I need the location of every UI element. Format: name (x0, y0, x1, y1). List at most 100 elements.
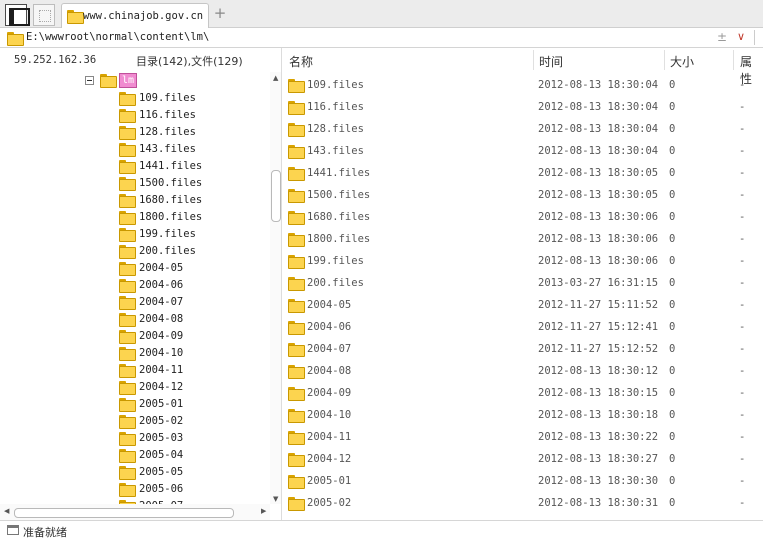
table-row[interactable]: 1680.files 2012-08-13 18:30:06 0 - (283, 206, 763, 228)
address-bar[interactable]: E:\wwwroot\normal\content\lm\ ± ∨ (0, 28, 763, 48)
status-text: 准备就绪 (23, 526, 67, 539)
address-path[interactable]: E:\wwwroot\normal\content\lm\ (26, 31, 209, 43)
table-row[interactable]: 143.files 2012-08-13 18:30:04 0 - (283, 140, 763, 162)
file-attr: - (739, 167, 746, 179)
collapse-icon[interactable] (85, 76, 94, 85)
file-size: 0 (669, 123, 676, 135)
file-attr: - (739, 79, 746, 91)
file-size: 0 (669, 365, 676, 377)
folder-icon (288, 189, 305, 203)
table-row[interactable]: 1800.files 2012-08-13 18:30:06 0 - (283, 228, 763, 250)
table-row[interactable]: 2004-11 2012-08-13 18:30:22 0 - (283, 426, 763, 448)
tree-item-label: 200.files (139, 245, 196, 257)
file-name: 2004-10 (307, 409, 352, 421)
folder-icon (119, 449, 136, 463)
status-window-icon (7, 525, 19, 535)
folder-icon (288, 233, 305, 247)
tree-vertical-scrollbar[interactable]: ▲ ▼ (270, 72, 281, 504)
tab-site[interactable]: www.chinajob.gov.cn (61, 3, 209, 28)
scroll-thumb[interactable] (271, 170, 281, 222)
column-divider[interactable] (533, 50, 534, 70)
tree-item-label: 2004-08 (139, 313, 184, 325)
column-name[interactable]: 名称 (289, 53, 313, 70)
file-name: 1680.files (307, 211, 371, 223)
tree-item-label: 143.files (139, 143, 196, 155)
folder-icon (288, 277, 305, 291)
tree-horizontal-scrollbar[interactable]: ◀ ▶ (0, 504, 270, 520)
table-row[interactable]: 2004-12 2012-08-13 18:30:27 0 - (283, 448, 763, 470)
folder-icon (119, 126, 136, 140)
file-time: 2012-08-13 18:30:22 (538, 431, 659, 443)
file-name: 1800.files (307, 233, 371, 245)
table-row[interactable]: 1441.files 2012-08-13 18:30:05 0 - (283, 162, 763, 184)
tree-item-label: 2005-05 (139, 466, 184, 478)
file-attr: - (739, 453, 746, 465)
table-row[interactable]: 2004-10 2012-08-13 18:30:18 0 - (283, 404, 763, 426)
tree-item-label: 199.files (139, 228, 196, 240)
folder-icon (119, 160, 136, 174)
file-size: 0 (669, 343, 676, 355)
new-tab-button[interactable]: + (212, 5, 228, 21)
file-attr: - (739, 431, 746, 443)
tree-item-label: 109.files (139, 92, 196, 104)
file-time: 2012-08-13 18:30:30 (538, 475, 659, 487)
table-row[interactable]: 2004-05 2012-11-27 15:11:52 0 - (283, 294, 763, 316)
tree-item-label: 2004-09 (139, 330, 184, 342)
folder-icon (288, 497, 305, 511)
chevron-down-icon[interactable]: ∨ (737, 30, 745, 43)
file-size: 0 (669, 211, 676, 223)
file-time: 2012-08-13 18:30:12 (538, 365, 659, 377)
directory-tree-pane: 59.252.162.36 目录(142),文件(129) lm 109.fil… (0, 48, 282, 520)
file-name: 2004-07 (307, 343, 352, 355)
file-time: 2012-11-27 15:11:52 (538, 299, 659, 311)
panel-toggle-button[interactable] (5, 4, 30, 26)
file-name: 2004-06 (307, 321, 352, 333)
table-row[interactable]: 200.files 2013-03-27 16:31:15 0 - (283, 272, 763, 294)
blank-tab-button[interactable] (33, 4, 55, 26)
scroll-left-icon[interactable]: ◀ (4, 507, 9, 515)
item-counts: 目录(142),文件(129) (136, 55, 243, 68)
file-name: 2005-02 (307, 497, 352, 509)
table-row[interactable]: 2005-01 2012-08-13 18:30:30 0 - (283, 470, 763, 492)
column-size[interactable]: 大小 (670, 53, 694, 70)
folder-icon (119, 466, 136, 480)
folder-icon (288, 101, 305, 115)
tree-item-label: 2004-05 (139, 262, 184, 274)
tree-header: 59.252.162.36 目录(142),文件(129) (0, 48, 281, 72)
file-time: 2012-08-13 18:30:06 (538, 211, 659, 223)
folder-icon (288, 255, 305, 269)
file-time: 2012-11-27 15:12:52 (538, 343, 659, 355)
folder-icon (288, 321, 305, 335)
column-divider[interactable] (733, 50, 734, 70)
table-row[interactable]: 2004-07 2012-11-27 15:12:52 0 - (283, 338, 763, 360)
file-size: 0 (669, 277, 676, 289)
scroll-up-icon[interactable]: ▲ (273, 74, 278, 82)
table-row[interactable]: 116.files 2012-08-13 18:30:04 0 - (283, 96, 763, 118)
file-name: 1441.files (307, 167, 371, 179)
column-time[interactable]: 时间 (539, 53, 563, 70)
table-row[interactable]: 1500.files 2012-08-13 18:30:05 0 - (283, 184, 763, 206)
folder-icon (288, 475, 305, 489)
tree-item-label: 2005-04 (139, 449, 184, 461)
table-row[interactable]: 128.files 2012-08-13 18:30:04 0 - (283, 118, 763, 140)
file-time: 2012-08-13 18:30:06 (538, 255, 659, 267)
table-row[interactable]: 2005-02 2012-08-13 18:30:31 0 - (283, 492, 763, 514)
column-divider[interactable] (664, 50, 665, 70)
plus-minus-icon[interactable]: ± (717, 30, 727, 44)
table-row[interactable]: 199.files 2012-08-13 18:30:06 0 - (283, 250, 763, 272)
file-size: 0 (669, 299, 676, 311)
scroll-thumb[interactable] (14, 508, 234, 518)
file-time: 2012-08-13 18:30:04 (538, 145, 659, 157)
folder-icon (119, 143, 136, 157)
file-size: 0 (669, 321, 676, 333)
table-row[interactable]: 2004-09 2012-08-13 18:30:15 0 - (283, 382, 763, 404)
tree-item-label: 2004-10 (139, 347, 184, 359)
file-name: 128.files (307, 123, 364, 135)
folder-icon (119, 296, 136, 310)
table-row[interactable]: 109.files 2012-08-13 18:30:04 0 - (283, 74, 763, 96)
scroll-right-icon[interactable]: ▶ (261, 507, 266, 515)
table-row[interactable]: 2004-08 2012-08-13 18:30:12 0 - (283, 360, 763, 382)
table-row[interactable]: 2004-06 2012-11-27 15:12:41 0 - (283, 316, 763, 338)
scroll-down-icon[interactable]: ▼ (273, 495, 278, 503)
tree-root-label[interactable]: lm (119, 73, 138, 88)
